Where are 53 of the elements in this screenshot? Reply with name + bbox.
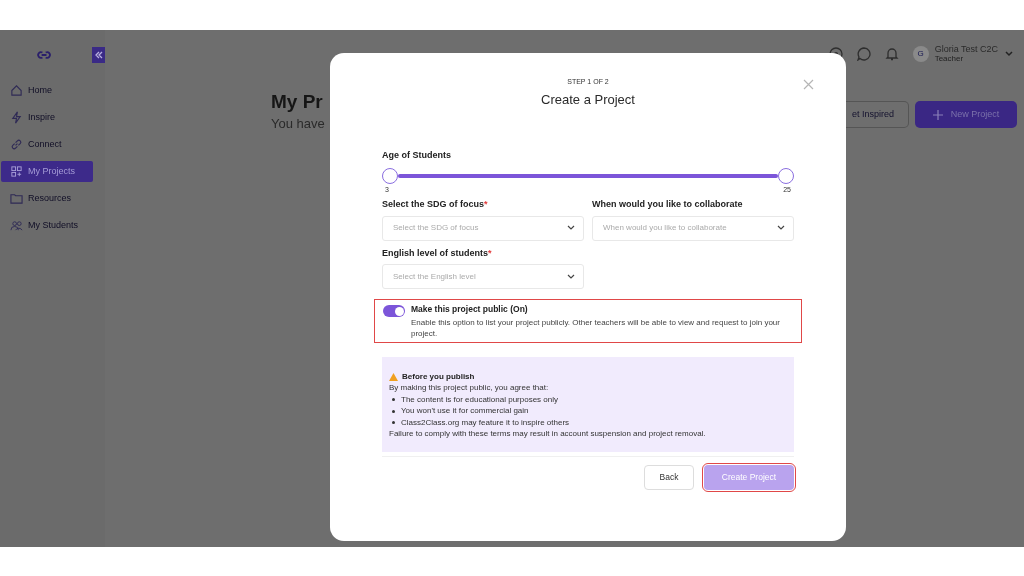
field-label: English level of students* [382,246,493,260]
collapse-button[interactable] [92,47,105,63]
bullet-icon [392,409,395,413]
page-title: My Pr [271,90,324,114]
chat-icon[interactable] [856,47,871,61]
select-field[interactable]: When would you like to collaborate [592,215,794,241]
logo-icon [36,49,53,61]
field-label: Select the SDG of focus* [382,198,489,211]
home-icon [10,84,23,97]
sidebar-item[interactable]: Connect [1,134,93,155]
modal-title: Create a Project [541,90,635,109]
sidebar-item[interactable]: Resources [1,188,93,209]
grid-icon [10,165,23,178]
plus-icon [932,109,943,120]
slider-thumb[interactable] [382,167,398,184]
sidebar-item[interactable]: My Students [1,215,93,236]
notice-text: Failure to comply with these terms may result in account suspension and project removal. [389,428,707,440]
option-title: Make this project public (On) [411,303,529,316]
user-avatar[interactable]: G [912,46,929,62]
chevron-down-icon [777,225,785,231]
list-item: Class2Class.org may feature it to inspire others [401,416,570,429]
page-subtitle: You have [271,115,325,133]
folder-icon [10,192,23,205]
select-field[interactable]: Select the English level [382,264,584,289]
list-item: The content is for educational purposes only [401,393,558,406]
bullet-icon [392,421,395,424]
chevron-down-icon[interactable] [1004,50,1014,58]
slider-thumb[interactable] [778,167,794,184]
select-field[interactable]: Select the SDG of focus [382,215,584,241]
new-project-button[interactable]: New Project [915,101,1017,128]
sidebar-item[interactable]: Inspire [1,107,93,128]
bullet-icon [392,398,395,401]
back-button[interactable]: Back [644,464,694,490]
list-item: You won't use it for commercial gain [401,405,529,417]
link-icon [10,138,23,151]
field-label: Age of Students [382,149,451,162]
toggle-switch[interactable] [383,305,405,317]
option-description: Enable this option to list your project publicly. Other teachers will be able to view and request to join your project. [411,316,781,339]
chevron-down-icon [567,273,575,280]
field-label: When would you like to collaborate [592,198,744,211]
sidebar-item[interactable]: Home [1,80,93,101]
chevron-down-icon [567,225,575,231]
double-chevron-icon [93,50,104,60]
bell-icon[interactable] [884,47,899,61]
notice-title: Before you publish [402,370,475,383]
lightning-icon [10,111,23,124]
people-icon [10,219,23,232]
close-icon[interactable] [803,79,814,90]
user-role: Teacher [934,54,965,64]
warning-icon [389,372,398,381]
notice-text: By making this project public, you agree that: [389,382,550,394]
user-name: Gloria Test C2C [934,44,998,54]
sidebar-item[interactable]: My Projects [1,161,93,182]
